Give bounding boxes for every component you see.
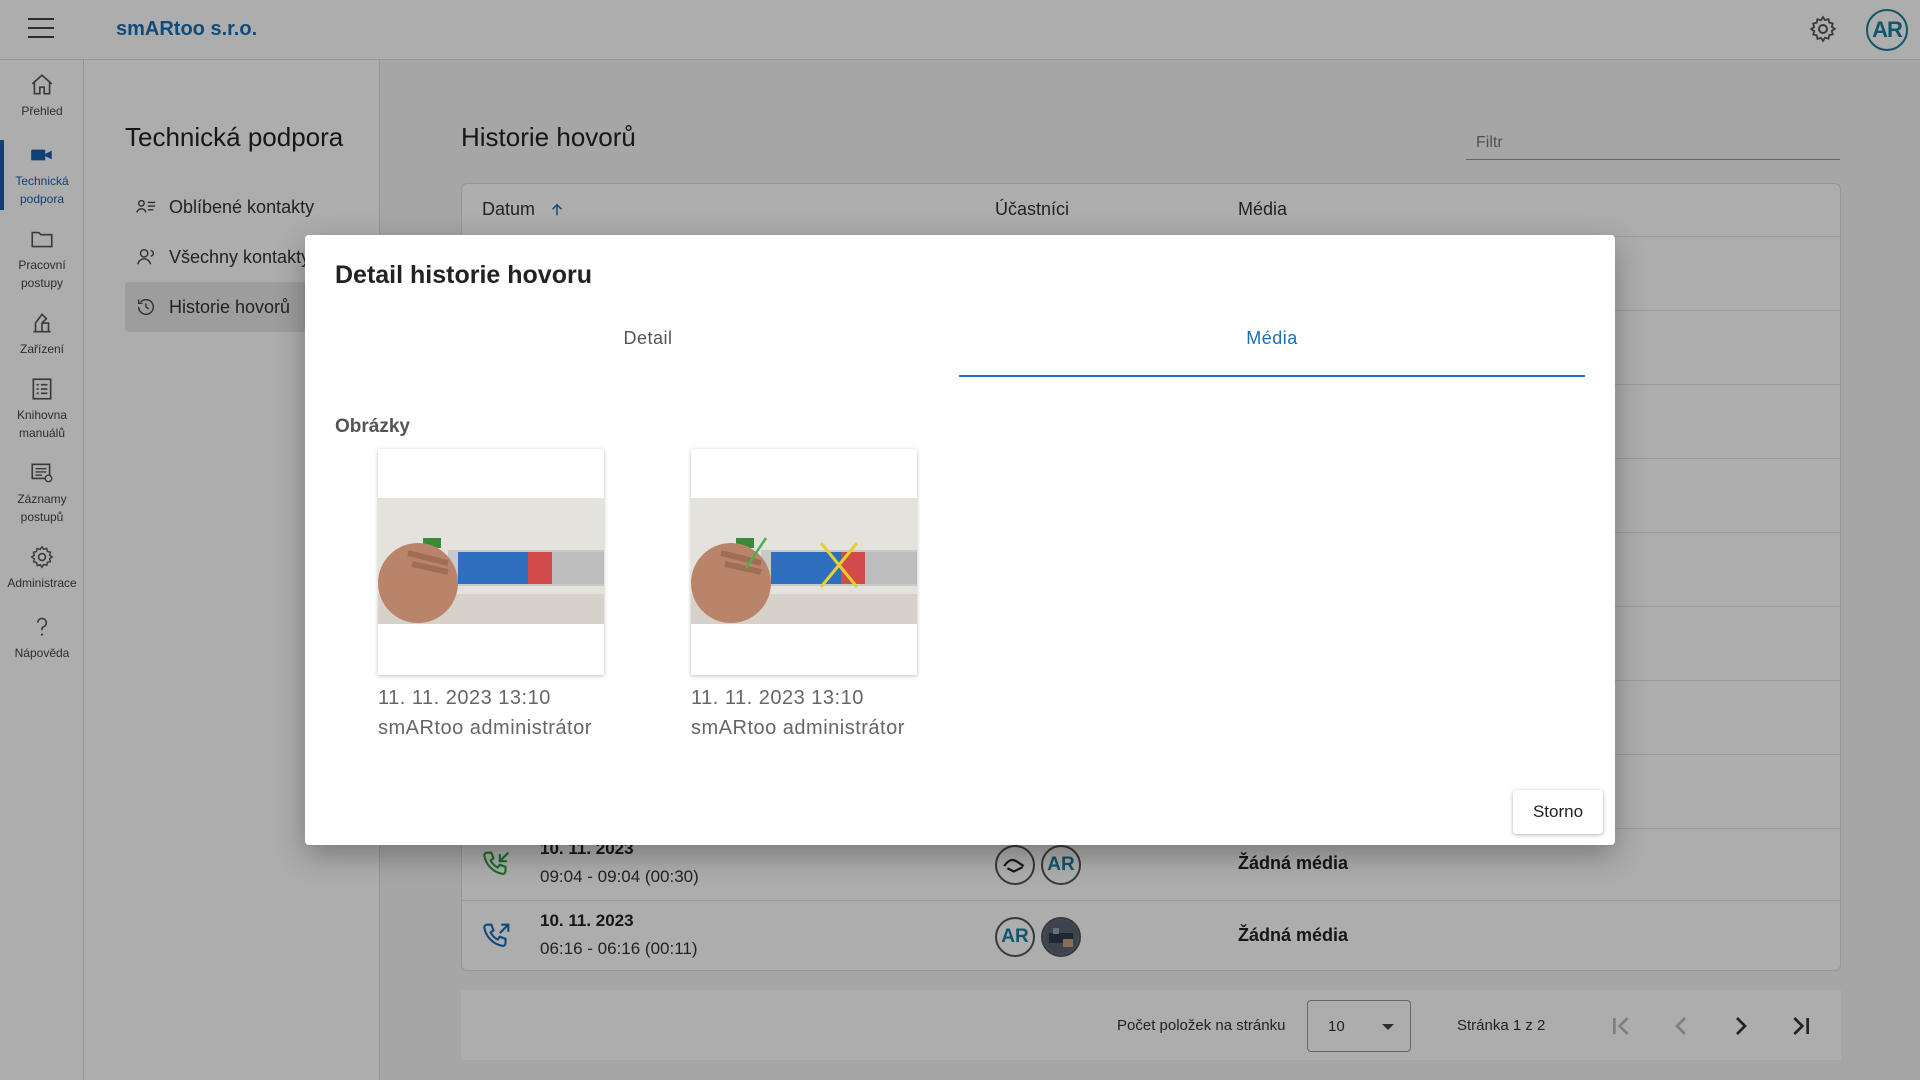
image-card[interactable]	[378, 449, 604, 675]
image-card[interactable]	[691, 449, 917, 675]
cancel-button[interactable]: Storno	[1513, 790, 1603, 834]
image-thumbnail-annotated	[691, 498, 917, 624]
images-section-label: Obrázky	[335, 416, 410, 437]
image-author: smARtoo administrátor	[691, 717, 905, 739]
tab-detail[interactable]: Detail	[335, 327, 961, 377]
image-date: 11. 11. 2023 13:10	[378, 687, 551, 709]
image-thumbnail	[378, 498, 604, 624]
call-detail-dialog: Detail historie hovoru Detail Média Obrá…	[305, 235, 1615, 845]
dialog-title: Detail historie hovoru	[335, 261, 592, 289]
image-author: smARtoo administrátor	[378, 717, 592, 739]
image-date: 11. 11. 2023 13:10	[691, 687, 864, 709]
tab-media[interactable]: Média	[959, 327, 1585, 377]
